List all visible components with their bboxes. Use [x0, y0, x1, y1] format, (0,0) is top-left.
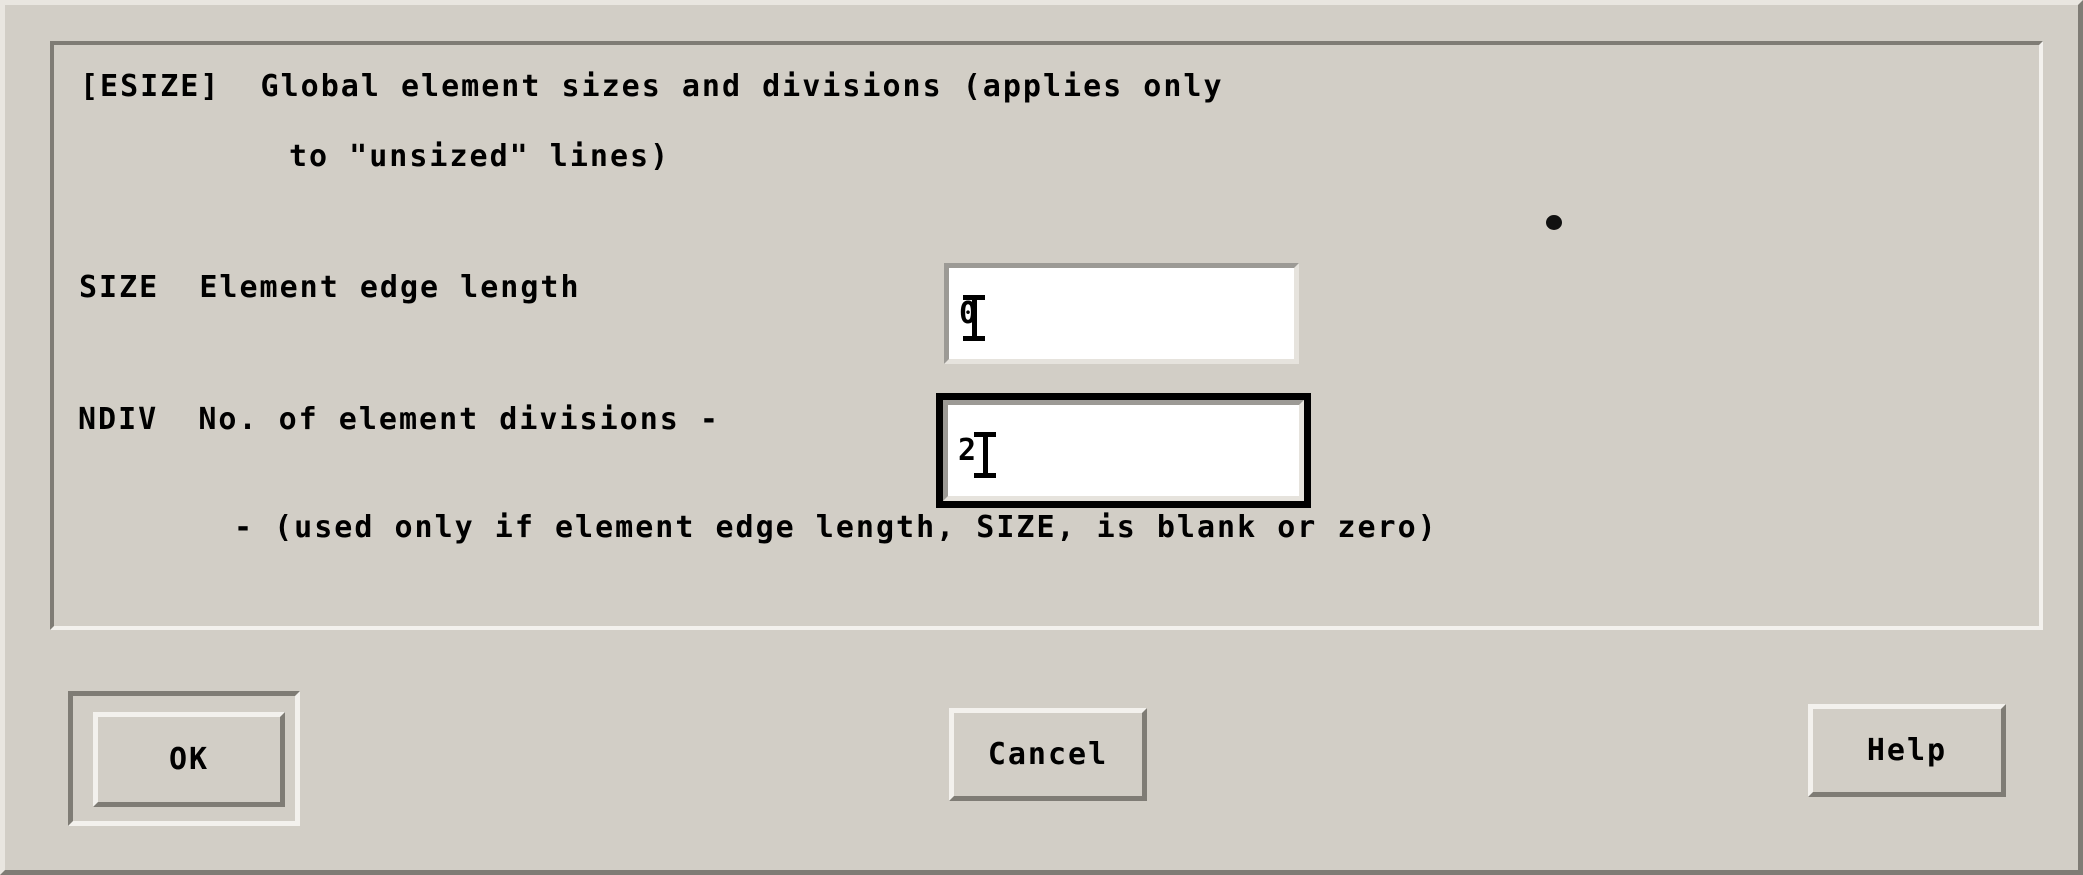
- cancel-button[interactable]: Cancel: [949, 708, 1147, 801]
- ok-default-button-frame: OK: [68, 691, 300, 826]
- help-button[interactable]: Help: [1808, 704, 2006, 797]
- ndiv-input[interactable]: 2: [943, 400, 1304, 501]
- esize-dialog-window: [ESIZE] Global element sizes and divisio…: [0, 0, 2083, 875]
- ndiv-input-value: 2: [958, 432, 979, 468]
- ndiv-note-text: - (used only if element edge length, SIZ…: [234, 510, 1438, 545]
- ndiv-field-label: NDIV No. of element divisions -: [78, 402, 720, 437]
- size-input-container[interactable]: 0: [944, 263, 1299, 364]
- dialog-header-line-2: to "unsized" lines): [289, 139, 671, 174]
- dot-artifact-icon: [1546, 215, 1562, 230]
- ndiv-input-container[interactable]: 2: [936, 393, 1311, 508]
- dialog-header-line-1: [ESIZE] Global element sizes and divisio…: [80, 69, 1224, 104]
- size-input-value: 0: [959, 295, 980, 331]
- size-input[interactable]: 0: [944, 263, 1299, 364]
- dialog-content-frame: [ESIZE] Global element sizes and divisio…: [50, 41, 2043, 630]
- size-field-label: SIZE Element edge length: [79, 270, 581, 305]
- ok-button[interactable]: OK: [93, 712, 285, 807]
